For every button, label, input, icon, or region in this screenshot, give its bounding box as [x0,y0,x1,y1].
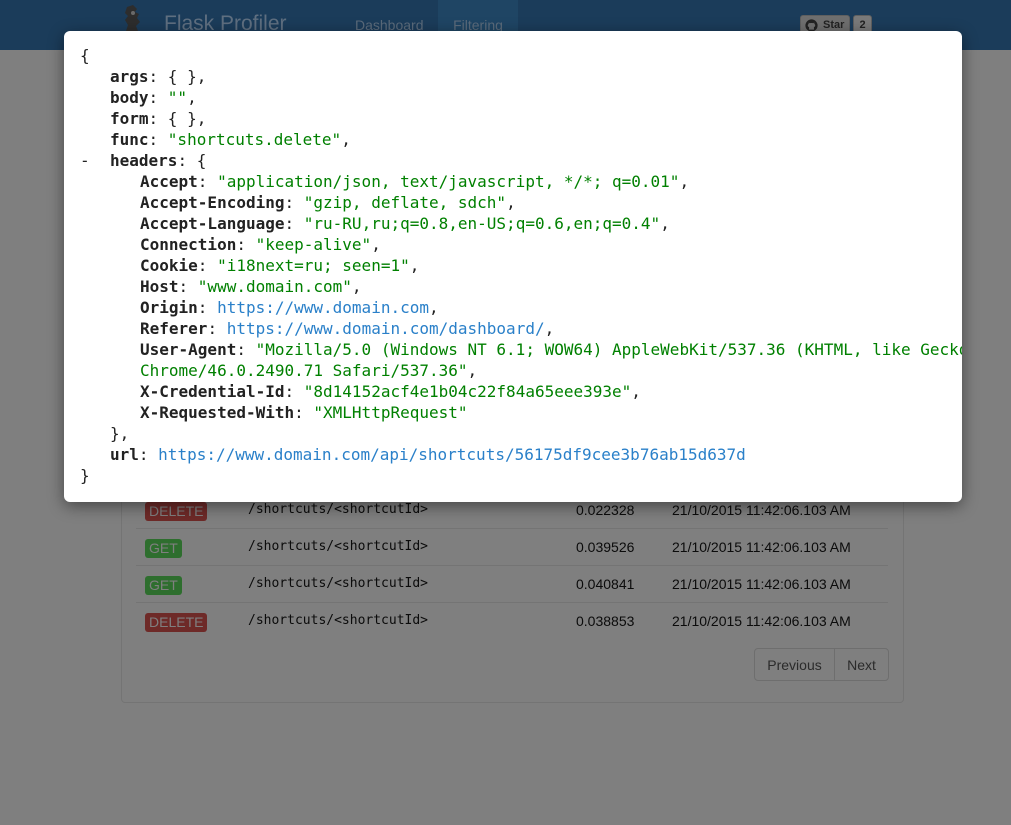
elapsed-cell: 0.040841 [576,576,635,592]
date-cell: 21/10/2015 11:42:06.103 AM [672,502,851,518]
json-key-connection: Connection [140,235,237,254]
github-star-label: Star [823,19,845,31]
json-link-url[interactable]: https://www.domain.com/api/shortcuts/561… [158,445,746,464]
date-cell: 21/10/2015 11:42:06.103 AM [672,613,851,629]
json-key-accept-encoding: Accept-Encoding [140,193,285,212]
json-viewer: { args: { }, body: "", form: { }, func: … [80,45,962,486]
json-key-host: Host [140,277,179,296]
collapse-headers-toggle[interactable]: - [80,150,90,171]
json-value-connection: "keep-alive" [255,235,372,254]
json-key-url: url [110,445,139,464]
json-key-args: args [110,67,149,86]
json-key-body: body [110,88,149,107]
elapsed-cell: 0.022328 [576,502,635,518]
json-key-x-credential-id: X-Credential-Id [140,382,285,401]
json-value-x-requested-with: "XMLHttpRequest" [313,403,468,422]
table-row[interactable]: GET /shortcuts/<shortcutId> 0.040841 21/… [136,565,888,602]
json-close-brace: } [80,466,90,485]
json-value-user-agent-cont: Chrome/46.0.2490.71 Safari/537.36" [140,361,468,380]
json-key-accept-language: Accept-Language [140,214,285,233]
path-cell: /shortcuts/<shortcutId> [248,502,429,517]
json-key-headers[interactable]: headers [110,151,177,170]
json-key-x-requested-with: X-Requested-With [140,403,295,422]
json-value-accept-language: "ru-RU,ru;q=0.8,en-US;q=0.6,en;q=0.4" [303,214,661,233]
json-link-referer[interactable]: https://www.domain.com/dashboard/ [227,319,545,338]
json-key-user-agent: User-Agent [140,340,237,359]
json-value-form: { } [167,109,197,128]
json-value-user-agent: "Mozilla/5.0 (Windows NT 6.1; WOW64) App… [255,340,962,359]
json-headers-close-brace: }, [110,424,130,443]
json-value-func: "shortcuts.delete" [167,130,342,149]
path-cell: /shortcuts/<shortcutId> [248,576,429,591]
json-link-origin[interactable]: https://www.domain.com [217,298,429,317]
json-value-x-credential-id: "8d14152acf4e1b04c22f84a65eee393e" [303,382,632,401]
method-badge: DELETE [145,502,208,521]
date-cell: 21/10/2015 11:42:06.103 AM [672,539,851,555]
json-value-cookie: "i18next=ru; seen=1" [217,256,410,275]
previous-page-button[interactable]: Previous [754,648,835,681]
json-key-accept: Accept [140,172,198,191]
method-badge: GET [145,576,182,595]
json-headers-open-brace: { [196,151,207,170]
method-badge: GET [145,539,182,558]
json-key-form: form [110,109,149,128]
path-cell: /shortcuts/<shortcutId> [248,539,429,554]
method-badge: DELETE [145,613,208,632]
json-open-brace: { [80,46,90,65]
next-page-button[interactable]: Next [834,648,889,681]
json-key-func: func [110,130,149,149]
json-key-referer: Referer [140,319,208,338]
json-key-origin: Origin [140,298,198,317]
elapsed-cell: 0.038853 [576,613,635,629]
json-value-accept: "application/json, text/javascript, */*;… [217,172,680,191]
date-cell: 21/10/2015 11:42:06.103 AM [672,576,851,592]
json-key-cookie: Cookie [140,256,198,275]
profiler-logo-icon [118,4,148,32]
json-value-host: "www.domain.com" [197,277,352,296]
json-value-args: { } [167,67,197,86]
json-value-accept-encoding: "gzip, deflate, sdch" [303,193,507,212]
elapsed-cell: 0.039526 [576,539,635,555]
table-row[interactable]: GET /shortcuts/<shortcutId> 0.039526 21/… [136,528,888,565]
json-value-body: "" [167,88,188,107]
path-cell: /shortcuts/<shortcutId> [248,613,429,628]
request-detail-modal: { args: { }, body: "", form: { }, func: … [64,31,962,502]
table-row[interactable]: DELETE /shortcuts/<shortcutId> 0.038853 … [136,602,888,639]
